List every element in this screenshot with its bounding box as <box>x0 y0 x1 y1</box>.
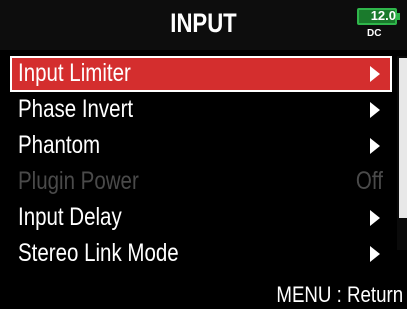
menu-item-input-delay[interactable]: Input Delay <box>10 200 397 236</box>
menu-item-value: Off <box>356 167 383 195</box>
chevron-right-icon <box>370 138 380 154</box>
input-menu-list: Input Limiter Phase Invert Phantom Plugi… <box>10 56 397 272</box>
footer-hint: MENU : Return <box>276 282 403 307</box>
menu-item-label: Phantom <box>18 131 101 159</box>
device-screen: INPUT 12.0 DC Input Limiter Phase Invert… <box>0 0 407 309</box>
header-bar: INPUT 12.0 DC <box>0 0 407 50</box>
menu-item-phase-invert[interactable]: Phase Invert <box>10 92 397 128</box>
menu-item-label: Input Limiter <box>18 59 131 87</box>
chevron-right-icon <box>370 210 380 226</box>
battery-value: 12.0 <box>370 8 396 23</box>
menu-item-label: Input Delay <box>18 203 122 231</box>
battery-indicator: 12.0 DC <box>357 8 401 43</box>
menu-item-plugin-power: Plugin Power Off <box>10 164 397 200</box>
chevron-right-icon <box>370 102 380 118</box>
chevron-right-icon <box>370 66 380 82</box>
menu-item-phantom[interactable]: Phantom <box>10 128 397 164</box>
menu-item-label: Plugin Power <box>18 167 139 195</box>
power-source-label: DC <box>367 28 382 39</box>
menu-item-label: Stereo Link Mode <box>18 239 179 267</box>
menu-item-label: Phase Invert <box>18 95 134 123</box>
page-title: INPUT <box>170 8 237 38</box>
menu-item-input-limiter[interactable]: Input Limiter <box>10 56 392 92</box>
menu-item-stereo-link-mode[interactable]: Stereo Link Mode <box>10 236 397 272</box>
chevron-right-icon <box>370 246 380 262</box>
scrollbar[interactable] <box>397 56 407 250</box>
battery-tip <box>397 13 400 20</box>
scrollbar-thumb[interactable] <box>399 58 407 218</box>
